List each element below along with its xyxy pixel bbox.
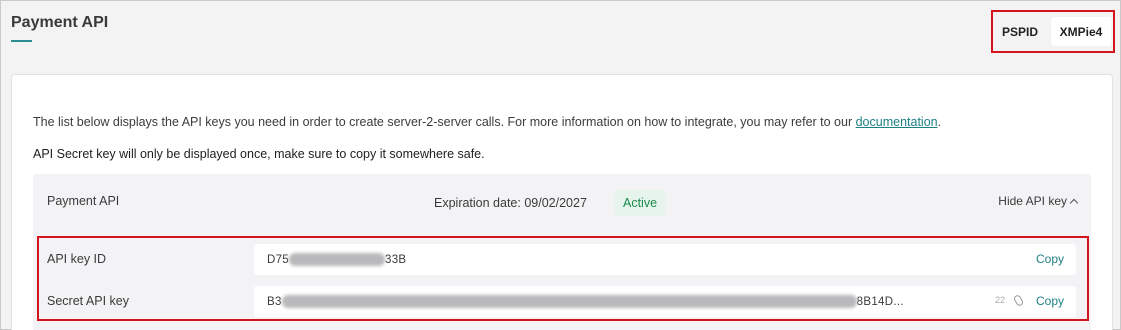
secret-api-key-row: Secret API key B3 8B14D... 22 Copy	[39, 286, 1087, 317]
title-underline	[11, 40, 32, 42]
pspid-value[interactable]: XMPie4	[1051, 17, 1111, 46]
page-title: Payment API	[11, 14, 109, 31]
status-badge: Active	[615, 190, 666, 216]
copy-secret-api-key-button[interactable]: Copy	[1036, 294, 1064, 308]
documentation-link[interactable]: documentation	[856, 115, 938, 129]
api-key-id-field[interactable]: D75 33B Copy	[254, 244, 1076, 275]
expiration-date: Expiration date: 09/02/2027	[434, 196, 587, 210]
intro-text-end: .	[937, 115, 942, 129]
secret-api-key-start: B3	[267, 295, 282, 308]
secret-api-key-value: B3 8B14D...	[267, 295, 904, 308]
copy-api-key-id-button[interactable]: Copy	[1036, 252, 1064, 266]
char-count: 22	[994, 295, 1005, 305]
redacted-blur	[289, 253, 385, 266]
panel-api-name: Payment API	[47, 194, 120, 208]
api-key-id-label: API key ID	[47, 252, 107, 266]
hide-api-key-button[interactable]: Hide API key	[998, 194, 1079, 208]
hide-api-key-label: Hide API key	[998, 194, 1067, 208]
api-key-id-value: D75 33B	[267, 253, 406, 266]
pspid-highlight-box: PSPID XMPie4	[991, 10, 1115, 53]
chevron-up-icon	[1069, 198, 1079, 208]
keys-highlight-box: API key ID D75 33B Copy Secret API key B…	[37, 236, 1089, 321]
secret-api-key-field[interactable]: B3 8B14D... 22 Copy	[254, 286, 1076, 317]
panel-header: Payment API Expiration date: 09/02/2027 …	[33, 174, 1091, 230]
api-key-id-start: D75	[267, 253, 289, 266]
secret-api-key-end: 8B14D...	[856, 295, 904, 308]
secret-api-key-label: Secret API key	[47, 294, 129, 308]
secret-key-warning: API Secret key will only be displayed on…	[33, 147, 485, 161]
api-key-id-end: 33B	[385, 253, 407, 266]
api-key-id-row: API key ID D75 33B Copy	[39, 244, 1087, 275]
redacted-blur	[281, 295, 857, 308]
intro-text: The list below displays the API keys you…	[33, 115, 941, 129]
pspid-label: PSPID	[1002, 24, 1039, 39]
intro-text-body: The list below displays the API keys you…	[33, 115, 856, 129]
clipboard-icon	[1012, 293, 1025, 308]
